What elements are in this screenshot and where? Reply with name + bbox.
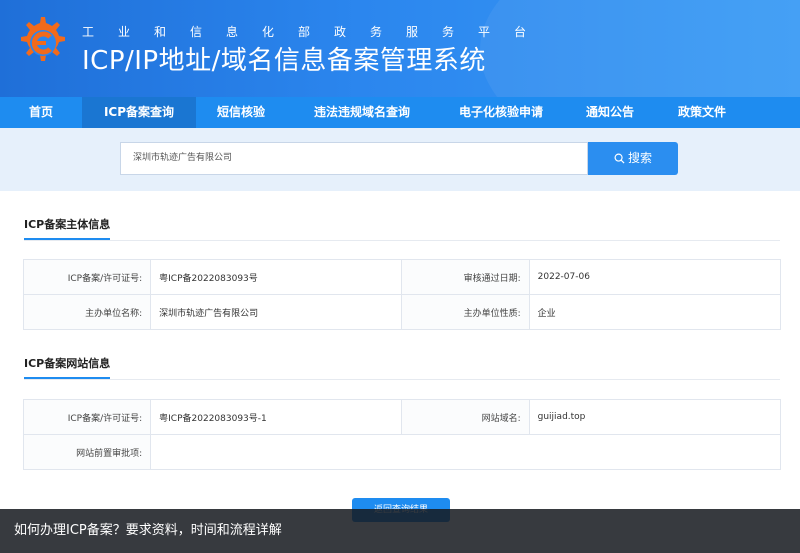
site-icp-number-value: 粤ICP备2022083093号-1: [150, 399, 403, 435]
subtitle-char: 务: [442, 25, 455, 39]
divider: [24, 240, 780, 241]
subtitle-char: 台: [514, 25, 527, 39]
organizer-name-label: 主办单位名称:: [22, 294, 152, 330]
subtitle-char: 业: [118, 25, 131, 39]
search-bar: 深圳市轨迹广告有限公司 搜索: [0, 128, 800, 191]
approval-date-value: 2022-07-06: [528, 259, 782, 295]
website-info-table: ICP备案/许可证号: 粤ICP备2022083093号-1 网站域名: gui…: [22, 399, 782, 470]
subtitle-char: 部: [298, 25, 311, 39]
icp-number-value: 粤ICP备2022083093号: [150, 259, 403, 295]
search-button[interactable]: 搜索: [588, 142, 678, 175]
subtitle-char: 政: [334, 25, 347, 39]
header-decoration: [480, 0, 800, 97]
nav-item-sms-verify[interactable]: 短信核验: [196, 97, 286, 128]
subtitle-char: 和: [154, 25, 167, 39]
nav-item-e-verify[interactable]: 电子化核验申请: [438, 97, 564, 128]
table-row: ICP备案/许可证号: 粤ICP备2022083093号-1 网站域名: gui…: [22, 399, 782, 435]
subtitle-char: 平: [478, 25, 491, 39]
gear-logo-icon: [21, 17, 65, 61]
icp-number-label: ICP备案/许可证号:: [22, 259, 152, 295]
domain-value: guijiad.top: [528, 399, 782, 435]
subtitle-char: 息: [226, 25, 239, 39]
organizer-name-value: 深圳市轨迹广告有限公司: [150, 294, 403, 330]
pre-approval-value: [150, 434, 781, 470]
caption-overlay: 如何办理ICP备案？要求资料，时间和流程详解: [0, 509, 800, 553]
table-row: ICP备案/许可证号: 粤ICP备2022083093号 审核通过日期: 202…: [22, 259, 782, 295]
table-row: 主办单位名称: 深圳市轨迹广告有限公司 主办单位性质: 企业: [22, 294, 782, 330]
subject-info-table: ICP备案/许可证号: 粤ICP备2022083093号 审核通过日期: 202…: [22, 259, 782, 330]
subtitle-char: 务: [370, 25, 383, 39]
search-input[interactable]: 深圳市轨迹广告有限公司: [120, 142, 588, 175]
approval-date-label: 审核通过日期:: [401, 259, 530, 295]
divider: [24, 379, 780, 380]
subtitle-char: 信: [190, 25, 203, 39]
main-nav: 首页 ICP备案查询 短信核验 违法违规域名查询 电子化核验申请 通知公告 政策…: [0, 97, 800, 128]
subtitle-char: 工: [82, 25, 95, 39]
page-title: ICP/IP地址/域名信息备案管理系统: [82, 46, 486, 76]
subject-section-title: ICP备案主体信息: [24, 216, 111, 240]
nav-item-illegal-domain[interactable]: 违法违规域名查询: [286, 97, 438, 128]
header-subtitle: 工业和信息化部政务服务平台: [82, 23, 550, 40]
search-icon: [614, 153, 625, 164]
organizer-type-value: 企业: [528, 294, 782, 330]
subtitle-char: 服: [406, 25, 419, 39]
domain-label: 网站域名:: [401, 399, 530, 435]
nav-item-home[interactable]: 首页: [0, 97, 82, 128]
website-section-title: ICP备案网站信息: [24, 355, 111, 379]
pre-approval-label: 网站前置审批项:: [22, 434, 152, 470]
nav-item-icp-query[interactable]: ICP备案查询: [82, 97, 196, 128]
site-icp-number-label: ICP备案/许可证号:: [22, 399, 152, 435]
subtitle-char: 化: [262, 25, 275, 39]
nav-item-notices[interactable]: 通知公告: [564, 97, 656, 128]
table-row: 网站前置审批项:: [22, 434, 781, 470]
site-header: 工 业 和 信 息 化 部 政 务 服 务 平 台 ICP/IP地址/域名信息备案管理系统: [0, 0, 800, 97]
search-button-label: 搜索: [627, 151, 652, 165]
organizer-type-label: 主办单位性质:: [401, 294, 530, 330]
nav-item-policy[interactable]: 政策文件: [656, 97, 748, 128]
